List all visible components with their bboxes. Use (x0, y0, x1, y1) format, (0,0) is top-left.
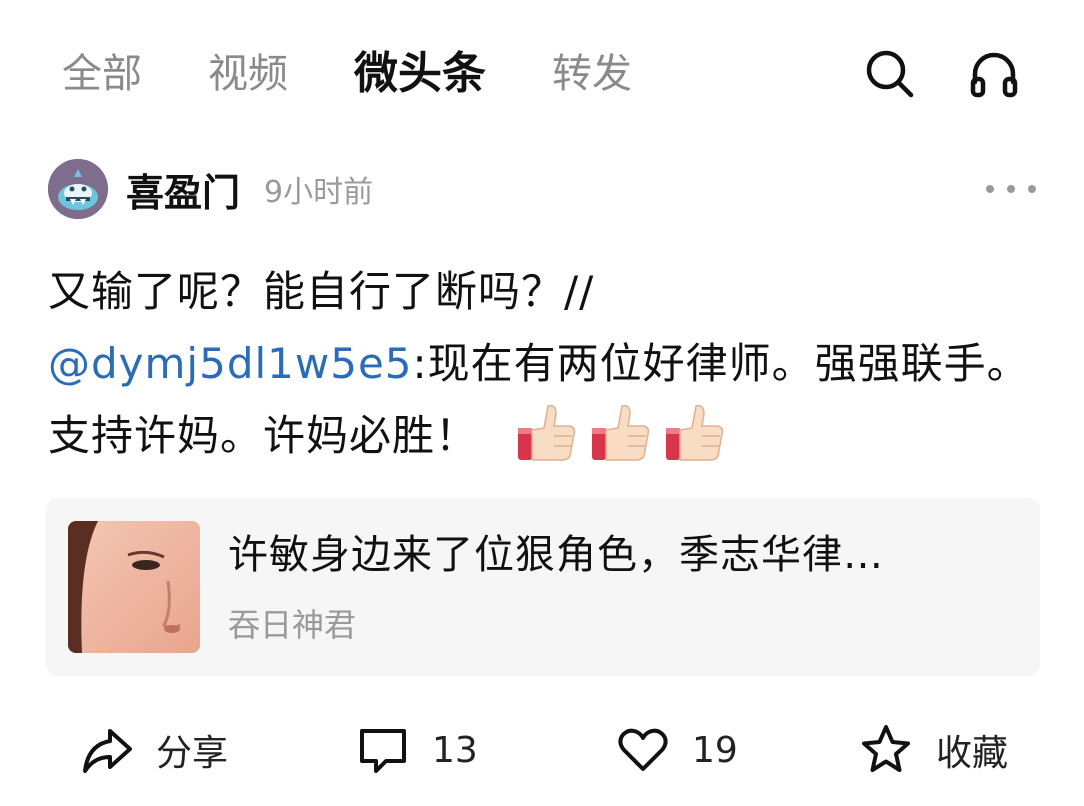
thumbs-up-emoji-icon (666, 404, 724, 461)
favorite-button[interactable]: 收藏 (858, 714, 1008, 786)
comment-count: 13 (432, 729, 478, 771)
share-label: 分享 (156, 733, 229, 774)
like-button[interactable]: 19 (616, 714, 738, 786)
mention-link[interactable]: @dymj5dl1w5e5 (48, 339, 413, 388)
article-thumbnail (68, 521, 200, 653)
favorite-label: 收藏 (936, 733, 1009, 774)
like-count: 19 (692, 729, 738, 771)
article-source: 吞日神君 (228, 606, 357, 644)
comment-icon (360, 729, 406, 773)
top-tabs: 全部 视频 微头条 转发 (62, 44, 698, 104)
thumbs-up-emoji-icon (592, 404, 650, 461)
article-title: 许敏身边来了位狠角色，季志华律… (228, 532, 884, 578)
search-icon[interactable] (862, 46, 918, 102)
tab-repost[interactable]: 转发 (552, 44, 632, 104)
post-text: 又输了呢？能自行了断吗？// @dymj5dl1w5e5:现在有两位好律师。强强… (48, 256, 1038, 472)
share-button[interactable]: 分享 (80, 714, 228, 786)
tab-micro-headline[interactable]: 微头条 (354, 44, 486, 104)
heart-icon (618, 728, 668, 771)
page: 全部 视频 微头条 转发 喜盈门 9小时前 又输了呢？能自行了断吗？// @dy… (0, 0, 1084, 806)
post-header: 喜盈门 9小时前 (48, 158, 1036, 220)
more-options-icon[interactable] (986, 169, 1036, 209)
author-name[interactable]: 喜盈门 (126, 162, 240, 217)
top-icons (862, 44, 1022, 104)
tab-video[interactable]: 视频 (208, 44, 288, 104)
action-bar: 分享 13 19 收藏 (0, 714, 1084, 786)
headphones-icon[interactable] (966, 46, 1022, 102)
thumbs-up-emoji-icon (518, 404, 576, 461)
linked-article-card[interactable]: 许敏身边来了位狠角色，季志华律… 吞日神君 (46, 498, 1040, 676)
avatar[interactable] (48, 159, 108, 219)
tab-all[interactable]: 全部 (62, 44, 142, 104)
post-text-part1: 又输了呢？能自行了断吗？// (48, 267, 595, 316)
post-time: 9小时前 (264, 175, 374, 210)
star-icon (862, 725, 910, 772)
article-text: 许敏身边来了位狠角色，季志华律… 吞日神君 (228, 527, 1008, 647)
share-icon (83, 729, 132, 773)
comment-button[interactable]: 13 (356, 714, 478, 786)
